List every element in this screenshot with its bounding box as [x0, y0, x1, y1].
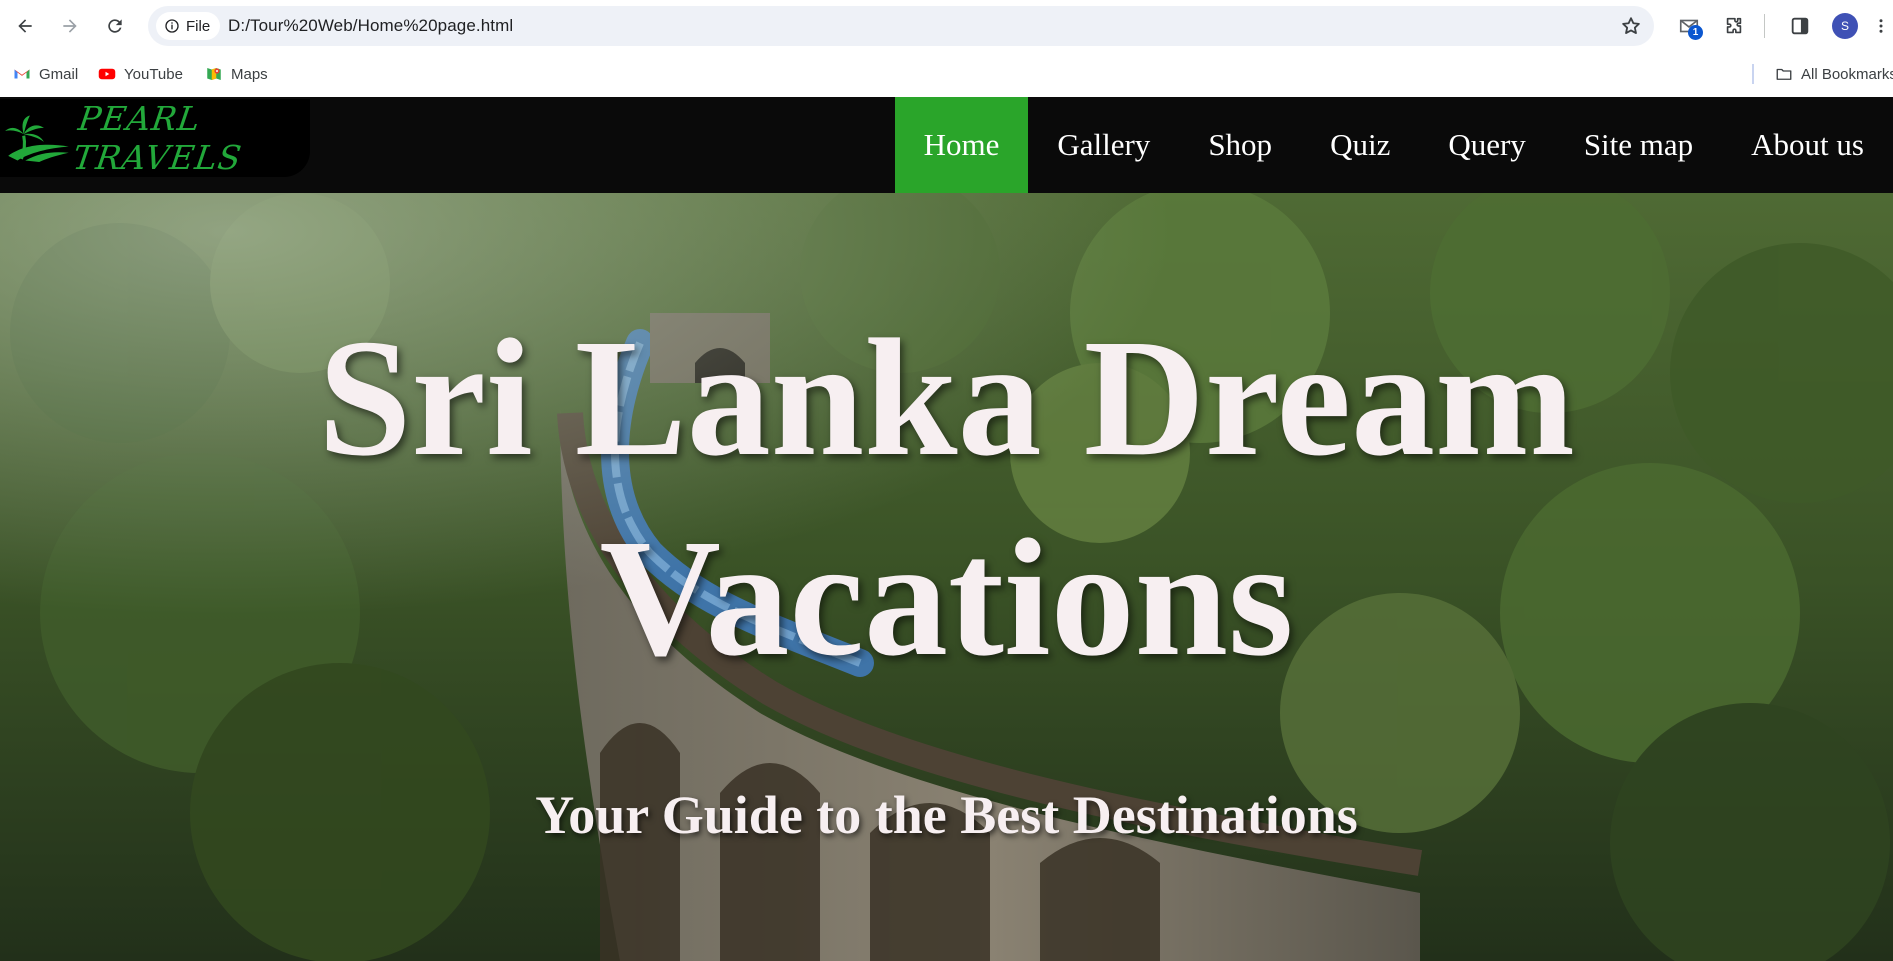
back-button[interactable]	[9, 10, 41, 42]
nav-site-map[interactable]: Site map	[1555, 97, 1722, 193]
main-nav: Home Gallery Shop Quiz Query Site map Ab…	[894, 97, 1893, 193]
hero-title: Sri Lanka Dream Vacations	[318, 305, 1575, 691]
bookmark-label: Maps	[231, 65, 268, 83]
bookmark-maps[interactable]: Maps	[205, 62, 268, 86]
nav-shop[interactable]: Shop	[1179, 97, 1301, 193]
site-info-chip[interactable]: File	[156, 12, 221, 40]
star-icon	[1622, 17, 1640, 34]
toolbar-divider	[1764, 14, 1765, 38]
bookmark-gmail[interactable]: Gmail	[13, 62, 78, 86]
bookmark-label: Gmail	[39, 65, 79, 83]
nav-query[interactable]: Query	[1419, 97, 1554, 193]
address-bar[interactable]: File D:/Tour%20Web/Home%20page.html	[148, 6, 1654, 46]
browser-toolbar: File D:/Tour%20Web/Home%20page.html 1 S	[0, 0, 1893, 52]
logo-text: PEARL TRAVELS	[70, 99, 245, 177]
extension-badge: 1	[1688, 25, 1703, 40]
reload-button[interactable]	[99, 10, 131, 42]
url-text[interactable]: D:/Tour%20Web/Home%20page.html	[228, 6, 513, 46]
arrow-left-icon	[18, 19, 32, 33]
gmail-icon	[14, 69, 30, 79]
nav-home[interactable]: Home	[894, 97, 1029, 193]
more-vertical-icon	[1879, 19, 1883, 33]
folder-icon	[1776, 68, 1792, 80]
profile-avatar[interactable]: S	[1832, 13, 1858, 39]
site-chip-label: File	[186, 17, 211, 35]
bookmark-youtube[interactable]: YouTube	[98, 62, 183, 86]
hero-banner: Sri Lanka Dream Vacations Your Guide to …	[0, 193, 1893, 961]
info-icon	[165, 19, 179, 33]
palm-tree-logo-icon	[5, 115, 69, 163]
youtube-icon	[98, 68, 116, 80]
all-bookmarks-label: All Bookmarks	[1801, 65, 1893, 83]
forward-button[interactable]	[54, 10, 86, 42]
extension-mail-button[interactable]: 1	[1675, 12, 1703, 40]
puzzle-icon	[1726, 17, 1742, 34]
site-logo[interactable]: PEARL TRAVELS	[0, 99, 310, 177]
browser-menu-button[interactable]	[1872, 12, 1890, 40]
bookmark-label: YouTube	[124, 65, 183, 83]
web-page: PEARL TRAVELS Home Gallery Shop Quiz Que…	[0, 97, 1893, 961]
all-bookmarks-button[interactable]: All Bookmarks	[1775, 62, 1893, 86]
bookmarks-bar: Gmail YouTube Maps All Bookmarks	[0, 52, 1893, 97]
nav-quiz[interactable]: Quiz	[1301, 97, 1419, 193]
arrow-right-icon	[63, 19, 77, 33]
maps-icon	[207, 68, 221, 80]
bookmarks-separator	[1752, 64, 1754, 84]
reload-icon	[108, 19, 122, 33]
nav-about-us[interactable]: About us	[1722, 97, 1893, 193]
side-panel-button[interactable]	[1786, 12, 1814, 40]
nav-gallery[interactable]: Gallery	[1028, 97, 1179, 193]
site-navbar: PEARL TRAVELS Home Gallery Shop Quiz Que…	[0, 97, 1893, 193]
extensions-button[interactable]	[1720, 12, 1748, 40]
hero-subtitle: Your Guide to the Best Destinations	[535, 785, 1358, 845]
side-panel-icon	[1791, 17, 1809, 35]
bookmark-star-button[interactable]	[1618, 13, 1644, 39]
